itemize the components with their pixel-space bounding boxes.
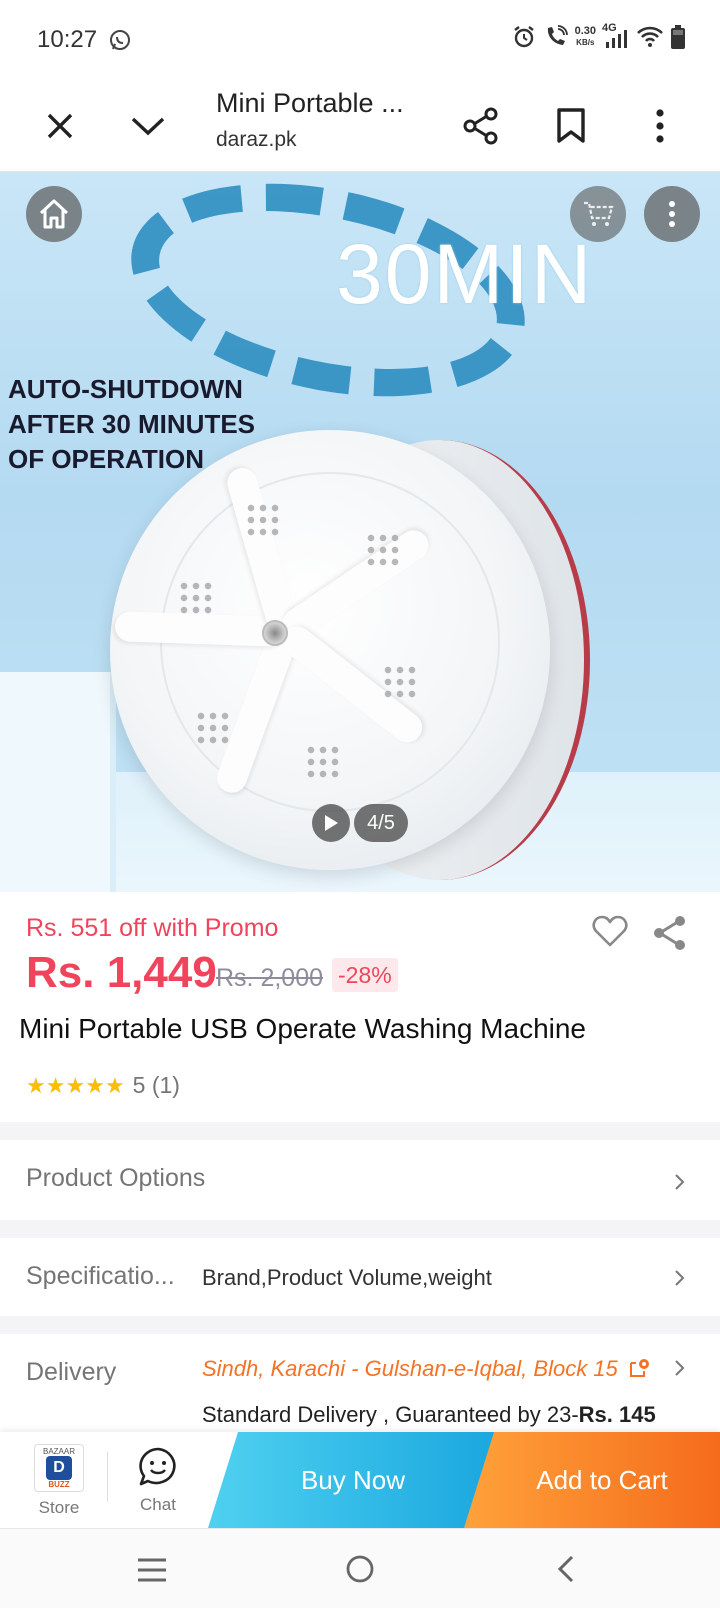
product-options-row[interactable]: Product Options: [0, 1140, 720, 1220]
status-time: 10:27: [37, 26, 98, 53]
store-logo-letter: D: [46, 1455, 72, 1480]
close-icon: [47, 113, 73, 139]
delivery-standard-text: Standard Delivery , Guaranteed by 23-: [202, 1402, 579, 1427]
signal-icon: 4G: [602, 22, 630, 50]
washer-hub: [262, 620, 288, 646]
status-icons: 0.30 KB/s 4G: [511, 22, 686, 50]
promo-text: Rs. 551 off with Promo: [26, 914, 279, 942]
system-navigation-bar: [0, 1528, 720, 1608]
share-icon: [463, 107, 498, 145]
cart-icon: [584, 201, 614, 226]
home-nav-button[interactable]: [345, 1554, 375, 1584]
star-icon: ★: [65, 1072, 86, 1098]
timer-badge-text: 30MIN: [336, 227, 594, 321]
specifications-row[interactable]: Specificatio... Brand,Product Volume,wei…: [0, 1238, 720, 1316]
rating-text: 5 (1): [132, 1072, 180, 1098]
action-bar: BAZAAR D BUZZ Store Chat Buy Now Add to …: [0, 1432, 720, 1528]
original-price: Rs. 2,000: [216, 964, 324, 992]
bookmark-button[interactable]: [545, 100, 597, 152]
specifications-value: Brand,Product Volume,weight: [202, 1265, 492, 1290]
product-options-label: Product Options: [26, 1164, 206, 1192]
price: Rs. 1,449: [26, 948, 217, 997]
share-button[interactable]: [455, 100, 507, 152]
product-image-carousel[interactable]: 30MIN AUTO-SHUTDOWN AFTER 30 MINUTES OF …: [0, 172, 720, 892]
buy-now-button[interactable]: Buy Now: [208, 1432, 498, 1528]
collapse-button[interactable]: [122, 100, 174, 152]
delivery-address-text: Sindh, Karachi - Gulshan-e-Iqbal, Block …: [202, 1356, 618, 1381]
store-logo-top: BAZAAR: [42, 1446, 75, 1456]
star-icon: ★: [26, 1072, 46, 1098]
product-title: Mini Portable USB Operate Washing Machin…: [19, 1013, 586, 1044]
action-divider: [107, 1452, 108, 1502]
add-to-cart-button[interactable]: Add to Cart: [464, 1432, 720, 1528]
whatsapp-icon: [110, 30, 130, 50]
location-edit-icon: [629, 1359, 649, 1377]
page-url: daraz.pk: [216, 128, 297, 151]
more-options-button[interactable]: [634, 100, 686, 152]
heart-icon: [592, 915, 628, 947]
battery-icon: [671, 25, 685, 49]
delivery-fee: Rs. 145: [578, 1402, 656, 1427]
delivery-address[interactable]: Sindh, Karachi - Gulshan-e-Iqbal, Block …: [202, 1356, 650, 1382]
chevron-right-icon: [675, 1360, 685, 1376]
star-icon: ★: [104, 1072, 125, 1098]
chevron-right-icon: [675, 1270, 685, 1286]
play-icon: [325, 815, 338, 831]
image-more-button[interactable]: [644, 186, 700, 242]
wishlist-button[interactable]: [592, 914, 632, 954]
specifications-label: Specificatio...: [26, 1262, 175, 1290]
share-product-button[interactable]: [652, 914, 692, 954]
chevron-right-icon: [675, 1174, 685, 1190]
background-block: [0, 672, 110, 892]
store-logo-bottom: BUZZ: [48, 1479, 70, 1489]
section-divider: [0, 1316, 720, 1334]
alarm-icon: [513, 26, 534, 48]
cart-button[interactable]: [570, 186, 626, 242]
section-divider: [0, 1220, 720, 1238]
star-icon: ★: [45, 1072, 66, 1098]
call-wifi-icon: [547, 25, 568, 45]
chat-icon: [139, 1447, 176, 1486]
store-logo: BAZAAR D BUZZ: [34, 1444, 84, 1492]
store-button[interactable]: BAZAAR D BUZZ Store: [26, 1440, 92, 1526]
caption-line: AUTO-SHUTDOWN: [8, 374, 243, 404]
home-icon: [39, 199, 69, 229]
page-title: Mini Portable ...: [216, 88, 404, 118]
share-icon: [654, 916, 685, 950]
delivery-standard: Standard Delivery , Guaranteed by 23-Rs.…: [202, 1402, 656, 1428]
star-icon: ★: [85, 1072, 105, 1098]
product-rating[interactable]: ★ ★ ★ ★ ★ 5 (1): [26, 1072, 180, 1099]
browser-toolbar: Mini Portable ... daraz.pk: [0, 80, 720, 172]
more-vertical-icon: [669, 201, 675, 227]
back-nav-button[interactable]: [556, 1554, 576, 1584]
chat-button[interactable]: Chat: [128, 1440, 188, 1526]
network-speed-unit: KB/s: [576, 38, 595, 47]
chat-label: Chat: [140, 1495, 176, 1514]
network-speed-value: 0.30: [574, 25, 596, 37]
delivery-label: Delivery: [26, 1358, 117, 1386]
caption-line: AFTER 30 MINUTES: [8, 409, 256, 439]
close-button[interactable]: [34, 100, 86, 152]
discount-badge: -28%: [332, 958, 398, 992]
status-bar: 10:27 0.30 KB/s 4G: [0, 0, 720, 80]
section-divider: [0, 1122, 720, 1140]
more-vertical-icon: [656, 109, 664, 143]
image-counter: 4/5: [354, 804, 408, 842]
chevron-down-icon: [131, 117, 165, 136]
play-video-button[interactable]: [312, 804, 350, 842]
recent-apps-button[interactable]: [136, 1557, 168, 1583]
bookmark-icon: [557, 108, 585, 143]
network-speed: 0.30 KB/s: [575, 26, 596, 48]
home-button[interactable]: [26, 186, 82, 242]
wifi-icon: [637, 26, 663, 47]
store-label: Store: [38, 1498, 80, 1517]
